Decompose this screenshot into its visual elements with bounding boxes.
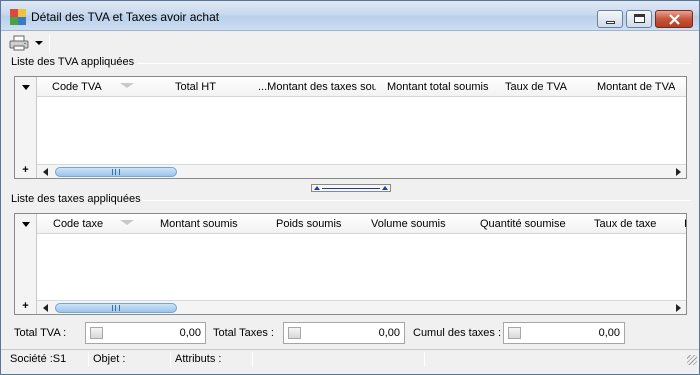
tva-col-montant-tva[interactable]: Montant de TVA (597, 81, 675, 93)
taxes-section-label: Liste des taxes appliquées (11, 193, 141, 205)
status-bar: Société :S1 Objet : Attributs : (1, 349, 699, 367)
taxes-add-row-button[interactable]: + (15, 300, 37, 314)
taxes-col-taux[interactable]: Taux de taxe (594, 218, 656, 230)
scroll-right-icon[interactable] (672, 302, 684, 314)
tva-col-total-ht[interactable]: Total HT (175, 81, 216, 93)
printer-icon (9, 35, 29, 51)
field-button[interactable] (288, 327, 301, 339)
tva-col-code[interactable]: Code TVA (52, 81, 102, 93)
taxes-grid-header: Code taxe Montant soumis Poids soumis Vo… (15, 214, 687, 234)
taxes-grid-row-header (15, 214, 37, 314)
toolbar-separator (49, 35, 50, 52)
minimize-icon (606, 21, 615, 24)
cumul-taxes-field[interactable]: 0,00 (503, 322, 625, 344)
tva-grid-row-header (15, 77, 37, 178)
title-bar[interactable]: Détail des TVA et Taxes avoir achat (1, 1, 699, 31)
taxes-col-quantite[interactable]: Quantité soumise (480, 218, 566, 230)
print-dropdown-icon[interactable] (35, 41, 43, 45)
taxes-horizontal-scrollbar[interactable]: + (15, 300, 686, 314)
taxes-col-volume[interactable]: Volume soumis (371, 218, 446, 230)
total-tva-field[interactable]: 0,00 (85, 322, 206, 344)
tva-col-taux[interactable]: Taux de TVA (505, 81, 567, 93)
taxes-section-divider (142, 200, 691, 201)
scroll-right-icon[interactable] (672, 166, 684, 178)
print-button[interactable] (9, 35, 29, 51)
panel-splitter[interactable] (311, 184, 391, 192)
scroll-left-icon[interactable] (40, 166, 52, 178)
resize-grip-icon[interactable] (687, 355, 697, 365)
cumul-taxes-label: Cumul des taxes : (413, 327, 502, 339)
field-button[interactable] (508, 327, 521, 339)
total-taxes-value: 0,00 (378, 327, 400, 339)
status-divider (424, 352, 425, 367)
close-button[interactable] (655, 10, 693, 28)
taxes-col-code[interactable]: Code taxe (53, 218, 103, 230)
status-divider (88, 352, 89, 367)
tva-col-montant-total[interactable]: Montant total soumis (387, 81, 489, 93)
status-divider (170, 352, 171, 367)
tva-section-divider (137, 63, 691, 64)
status-divider (252, 352, 253, 367)
tva-grid-header: Code TVA Total HT ...Montant des taxes s… (15, 77, 686, 97)
total-taxes-label: Total Taxes : (213, 327, 274, 339)
taxes-col-montant[interactable]: Montant soumis (160, 218, 238, 230)
taxes-col-poids[interactable]: Poids soumis (276, 218, 341, 230)
minimize-button[interactable] (597, 10, 623, 28)
status-attributs: Attributs : (175, 353, 222, 365)
column-menu-icon[interactable] (22, 85, 30, 90)
status-objet: Objet : (93, 353, 126, 365)
maximize-icon (634, 14, 645, 23)
taxes-grid[interactable]: Code taxe Montant soumis Poids soumis Vo… (14, 213, 687, 315)
tva-section-label: Liste des TVA appliquées (11, 56, 135, 68)
field-button[interactable] (90, 327, 103, 339)
toolbar (1, 32, 699, 54)
total-taxes-field[interactable]: 0,00 (283, 322, 405, 344)
window-title: Détail des TVA et Taxes avoir achat (31, 10, 220, 24)
sort-icon[interactable] (120, 220, 134, 225)
scroll-thumb[interactable] (55, 167, 177, 177)
scroll-left-icon[interactable] (40, 302, 52, 314)
tva-horizontal-scrollbar[interactable]: + (15, 164, 686, 178)
cumul-taxes-value: 0,00 (598, 327, 620, 339)
total-tva-value: 0,00 (179, 327, 201, 339)
status-societe: Société :S1 (10, 353, 67, 365)
close-icon (669, 14, 680, 25)
sort-icon[interactable] (120, 83, 134, 88)
main-window: Détail des TVA et Taxes avoir achat List… (0, 0, 700, 375)
tva-grid[interactable]: Code TVA Total HT ...Montant des taxes s… (14, 76, 687, 179)
splitter-up-icon[interactable] (382, 186, 388, 190)
scroll-thumb[interactable] (55, 303, 177, 313)
maximize-button[interactable] (626, 10, 652, 28)
splitter-up-icon[interactable] (314, 186, 320, 190)
total-tva-label: Total TVA : (14, 327, 67, 339)
tva-col-montant-taxes[interactable]: ...Montant des taxes sou (258, 81, 376, 93)
taxes-col-truncated[interactable]: I (684, 218, 687, 230)
app-icon (10, 9, 26, 25)
tva-add-row-button[interactable]: + (15, 164, 37, 178)
column-menu-icon[interactable] (22, 222, 30, 227)
